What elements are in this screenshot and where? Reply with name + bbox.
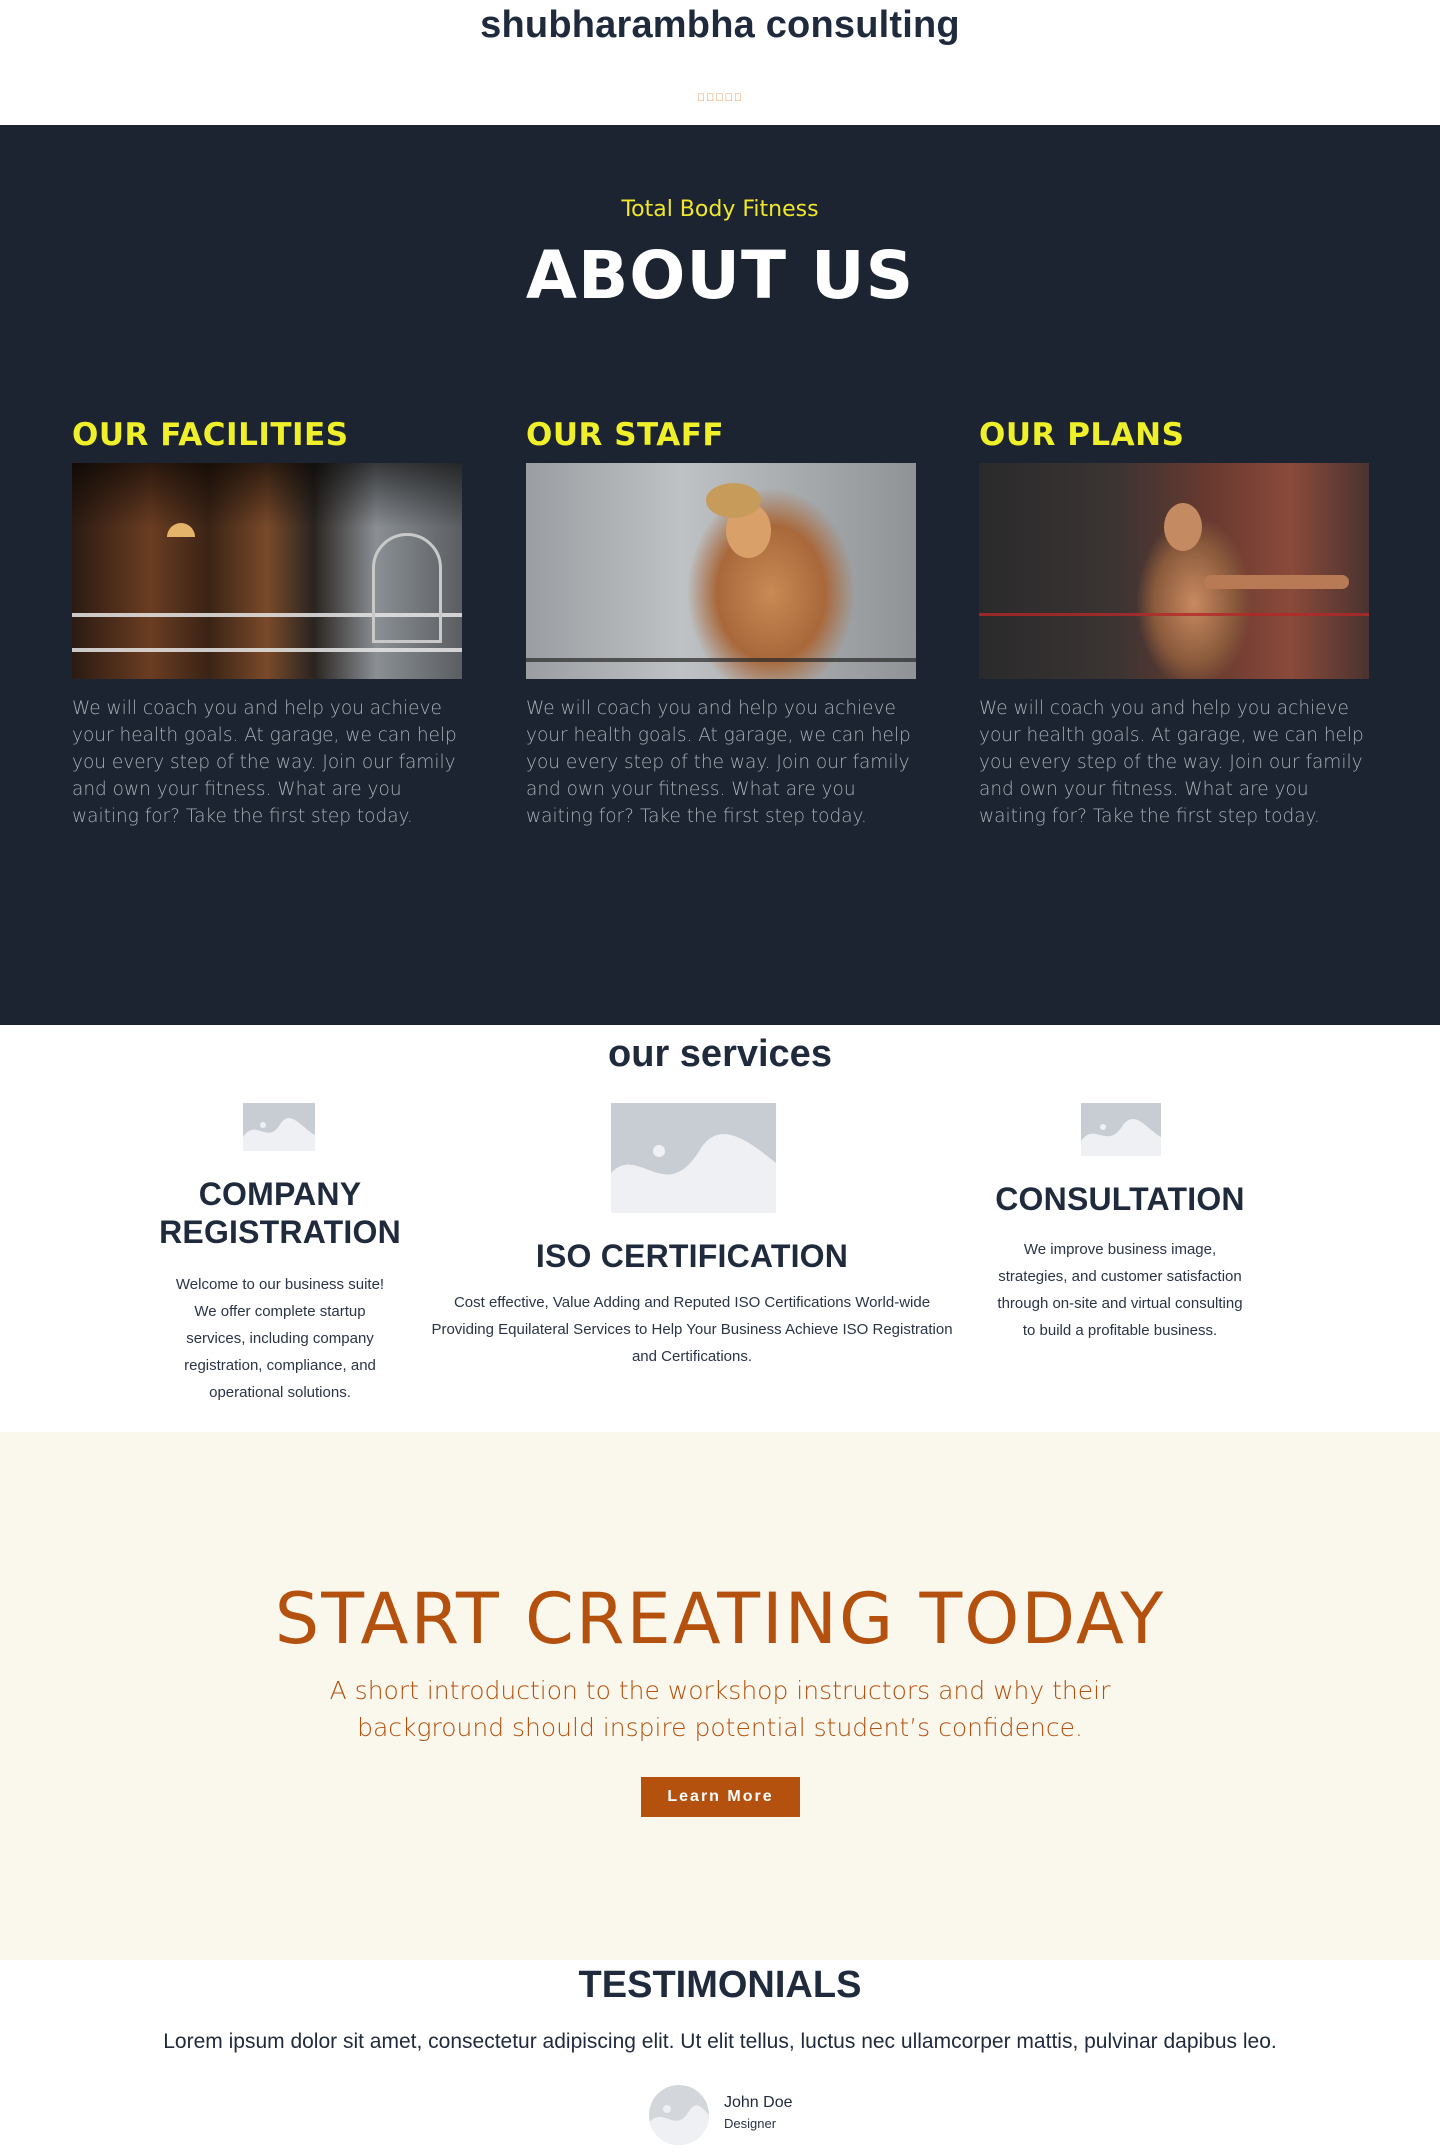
- service-text-line: strategies, and customer satisfaction: [998, 1268, 1242, 1285]
- about-column-heading: OUR FACILITIES: [72, 417, 349, 453]
- service-text-line: to build a profitable business.: [1022, 1322, 1218, 1339]
- service-heading: COMPANY REGISTRATION: [130, 1175, 430, 1251]
- service-company-registration: COMPANY REGISTRATION Welcome to our busin…: [130, 1175, 430, 1406]
- image-placeholder-icon: [1081, 1103, 1161, 1156]
- service-heading: ISO CERTIFICATION: [535, 1238, 849, 1274]
- service-text-line: We improve business image,: [1023, 1241, 1217, 1258]
- service-text-line: and Certifications.: [631, 1348, 753, 1365]
- cta-subtitle-line: background should inspire potential stud…: [357, 1713, 1083, 1742]
- service-heading-line: REGISTRATION: [159, 1214, 401, 1250]
- service-text-line: We offer complete startup: [194, 1303, 366, 1320]
- cta-section: START CREATING TODAY A short introductio…: [0, 1432, 1440, 1960]
- site-header: shubharambha consulting 􏿽􏿽􏿽􏿽􏿽: [0, 0, 1440, 125]
- service-text-line: services, including company: [186, 1330, 374, 1347]
- language-switcher[interactable]: 􏿽􏿽􏿽􏿽􏿽: [0, 92, 1440, 104]
- about-column-facilities: OUR FACILITIES We will coach you and hel…: [72, 415, 462, 830]
- service-text-line: operational solutions.: [209, 1384, 351, 1401]
- services-section: our services COMPANY REGISTRATION Welcome…: [0, 1025, 1440, 1432]
- about-column-text: We will coach you and help you achieve y…: [72, 698, 457, 827]
- facilities-image: [72, 463, 462, 679]
- cta-subtitle: A short introduction to the workshop ins…: [320, 1672, 1120, 1746]
- service-heading: CONSULTATION: [995, 1181, 1245, 1217]
- testimonial-name: John Doe: [724, 2094, 793, 2111]
- service-heading-line: COMPANY: [198, 1176, 362, 1212]
- service-text: We improve business image, strategies, a…: [970, 1236, 1270, 1344]
- staff-image: [526, 463, 916, 679]
- about-section: Total Body Fitness ABOUT US OUR FACILITI…: [0, 125, 1440, 1025]
- about-eyebrow: Total Body Fitness: [621, 197, 819, 222]
- about-column-text: We will coach you and help you achieve y…: [526, 698, 911, 827]
- site-title[interactable]: shubharambha consulting: [0, 4, 1440, 47]
- testimonials-section: TESTIMONIALS Lorem ipsum dolor sit amet,…: [0, 1960, 1440, 2156]
- service-text: Welcome to our business suite! We offer …: [130, 1271, 430, 1406]
- cta-title: START CREATING TODAY: [274, 1578, 1166, 1660]
- avatar: [649, 2085, 709, 2145]
- service-text-line: Welcome to our business suite!: [175, 1276, 385, 1293]
- about-column-heading: OUR STAFF: [526, 417, 725, 453]
- image-placeholder-icon: [611, 1103, 776, 1213]
- service-text-line: registration, compliance, and: [184, 1357, 376, 1374]
- service-consultation: CONSULTATION We improve business image, …: [970, 1180, 1270, 1344]
- cta-subtitle-line: A short introduction to the workshop ins…: [329, 1676, 1111, 1705]
- service-text: Cost effective, Value Adding and Reputed…: [412, 1289, 972, 1370]
- services-title: our services: [608, 1033, 832, 1075]
- about-title: ABOUT US: [525, 237, 915, 314]
- testimonial-quote: Lorem ipsum dolor sit amet, consectetur …: [163, 2030, 1277, 2053]
- service-text-line: through on-site and virtual consulting: [997, 1295, 1243, 1312]
- about-column-heading: OUR PLANS: [979, 417, 1185, 453]
- about-column-staff: OUR STAFF We will coach you and help you…: [526, 415, 916, 830]
- about-column-plans: OUR PLANS We will coach you and help you…: [979, 415, 1369, 830]
- image-placeholder-icon: [243, 1103, 315, 1151]
- about-column-text: We will coach you and help you achieve y…: [979, 698, 1364, 827]
- learn-more-button[interactable]: Learn More: [641, 1777, 800, 1817]
- service-iso-certification: ISO CERTIFICATION Cost effective, Value …: [412, 1237, 972, 1370]
- testimonials-title: TESTIMONIALS: [578, 1964, 862, 2006]
- service-text-line: Cost effective, Value Adding and Reputed…: [453, 1294, 931, 1311]
- testimonial-role: Designer: [724, 2116, 777, 2131]
- plans-image: [979, 463, 1369, 679]
- service-text-line: Providing Equilateral Services to Help Y…: [431, 1321, 953, 1338]
